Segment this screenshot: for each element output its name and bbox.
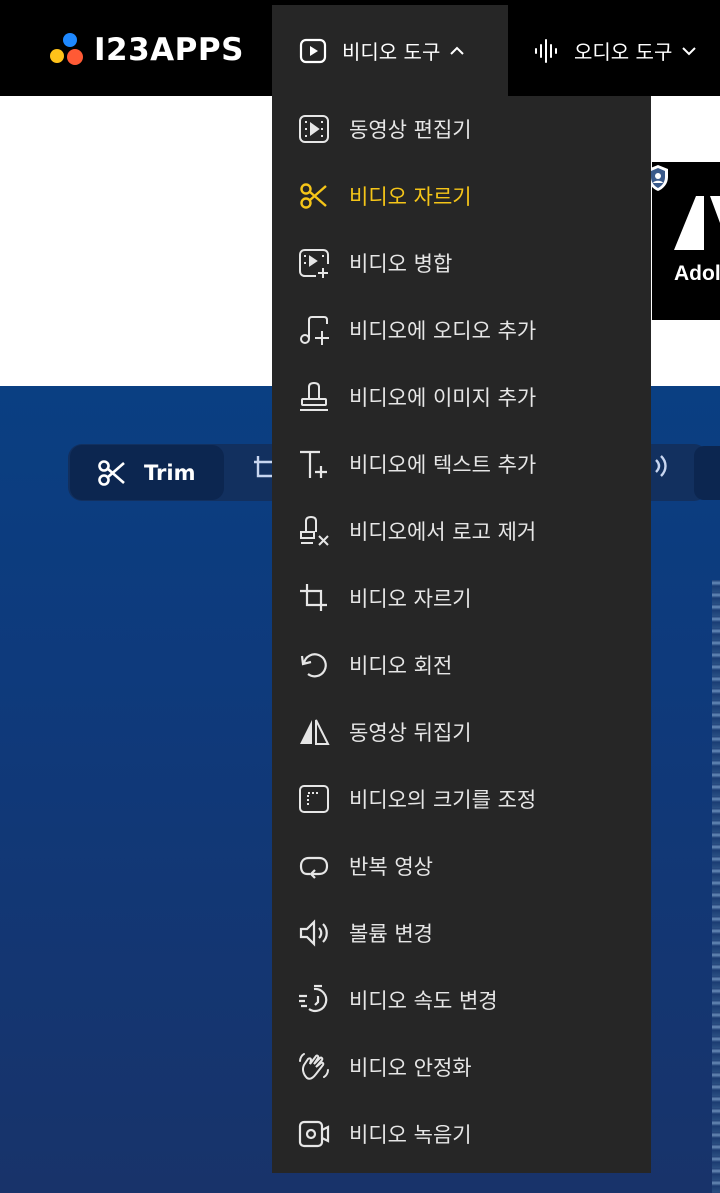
logo-text: I23APPS [94, 32, 244, 68]
menu-item-label: 비디오 회전 [349, 654, 453, 678]
menu-item-label: 비디오에 이미지 추가 [349, 386, 537, 410]
menu-item-crop-video[interactable]: 비디오 자르기 [272, 565, 651, 631]
crop-icon[interactable] [252, 454, 274, 488]
resize-icon [298, 783, 330, 815]
film-editor-icon [298, 113, 330, 145]
menu-item-rotate-video[interactable]: 비디오 회전 [272, 632, 651, 698]
music-add-icon [298, 314, 330, 346]
menu-item-label: 비디오 자르기 [349, 587, 472, 611]
scissors-icon [298, 180, 330, 212]
menu-item-stabilize-video[interactable]: 비디오 안정화 [272, 1034, 651, 1100]
menu-item-label: 비디오 자르기 [349, 185, 472, 209]
timeline-strip [712, 580, 720, 1193]
nav-audio-tools-label: 오디오 도구 [574, 40, 673, 64]
chevron-up-icon [448, 42, 466, 60]
ad-text: Adol [674, 262, 720, 285]
menu-item-change-speed[interactable]: 비디오 속도 변경 [272, 967, 651, 1033]
rotate-icon [298, 649, 330, 681]
video-tools-dropdown: 동영상 편집기 비디오 자르기 비디오 병합 비디오에 오디오 추가 비디오에 … [272, 96, 651, 1173]
menu-item-resize-video[interactable]: 비디오의 크기를 조정 [272, 766, 651, 832]
menu-item-add-audio[interactable]: 비디오에 오디오 추가 [272, 297, 651, 363]
menu-item-trim-video[interactable]: 비디오 자르기 [272, 163, 651, 229]
menu-item-label: 비디오에 오디오 추가 [349, 319, 537, 343]
text-add-icon [298, 448, 330, 480]
flip-icon [298, 716, 330, 748]
nav-video-tools-label: 비디오 도구 [342, 40, 441, 64]
trim-tool-label: Trim [144, 460, 196, 485]
menu-item-video-recorder[interactable]: 비디오 녹음기 [272, 1101, 651, 1167]
stabilize-hand-icon [298, 1051, 330, 1083]
menu-item-label: 반복 영상 [349, 855, 433, 879]
speed-icon [298, 984, 330, 1016]
logo[interactable]: I23APPS [50, 30, 244, 70]
menu-item-change-volume[interactable]: 볼륨 변경 [272, 900, 651, 966]
stamp-icon [298, 381, 330, 413]
menu-item-flip-video[interactable]: 동영상 뒤집기 [272, 699, 651, 765]
menu-item-remove-logo[interactable]: 비디오에서 로고 제거 [272, 498, 651, 564]
chevron-down-icon [680, 42, 698, 60]
merge-video-icon [298, 247, 330, 279]
menu-item-label: 볼륨 변경 [349, 922, 433, 946]
video-recorder-icon [298, 1118, 330, 1150]
menu-item-label: 비디오 속도 변경 [349, 989, 498, 1013]
menu-item-label: 비디오 녹음기 [349, 1123, 472, 1147]
menu-item-merge-video[interactable]: 비디오 병합 [272, 230, 651, 296]
menu-item-label: 비디오에서 로고 제거 [349, 520, 537, 544]
menu-item-add-image[interactable]: 비디오에 이미지 추가 [272, 364, 651, 430]
play-square-icon [298, 36, 328, 66]
menu-item-label: 비디오 병합 [349, 252, 453, 276]
audio-wave-icon [532, 37, 560, 65]
crop-icon [298, 582, 330, 614]
menu-item-video-editor[interactable]: 동영상 편집기 [272, 96, 651, 162]
menu-item-label: 동영상 뒤집기 [349, 721, 472, 745]
menu-item-label: 비디오의 크기를 조정 [349, 788, 537, 812]
menu-item-add-text[interactable]: 비디오에 텍스트 추가 [272, 431, 651, 497]
remove-logo-icon [298, 515, 330, 547]
menu-item-loop-video[interactable]: 반복 영상 [272, 833, 651, 899]
menu-item-label: 동영상 편집기 [349, 118, 472, 142]
volume-icon[interactable] [652, 452, 670, 486]
loop-icon [298, 850, 330, 882]
toolbar-next-segment [694, 446, 720, 500]
scissors-icon [96, 457, 128, 489]
volume-icon [298, 917, 330, 949]
menu-item-label: 비디오에 텍스트 추가 [349, 453, 537, 477]
logo-dots-icon [50, 33, 84, 67]
trim-tool-button[interactable]: Trim [70, 445, 224, 500]
menu-item-label: 비디오 안정화 [349, 1056, 472, 1080]
nav-video-tools[interactable]: 비디오 도구 [272, 5, 508, 96]
nav-audio-tools[interactable]: 오디오 도구 [532, 5, 720, 96]
